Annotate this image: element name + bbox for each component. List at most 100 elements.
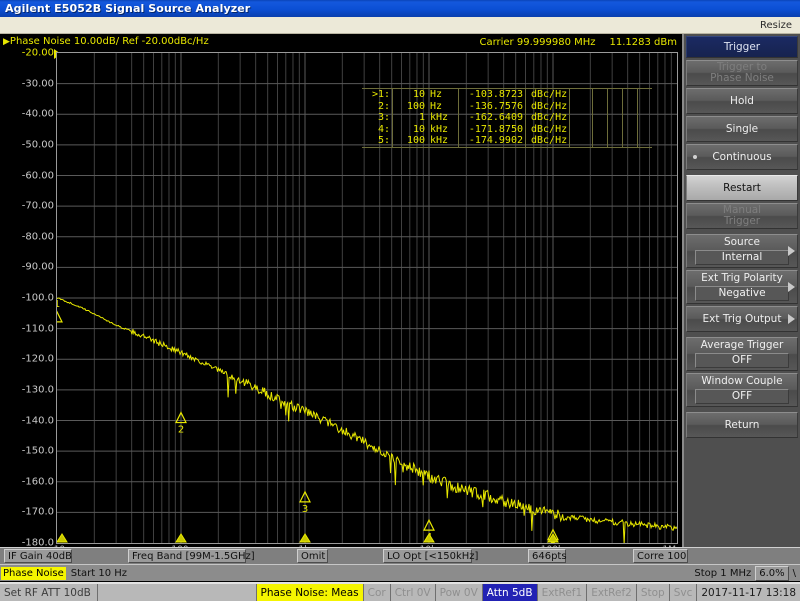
softkey-return[interactable]: Return bbox=[686, 412, 798, 438]
softkey-hold[interactable]: Hold bbox=[686, 88, 798, 114]
softkey-value[interactable]: OFF bbox=[695, 389, 789, 404]
marker-cell-empty bbox=[638, 135, 653, 147]
softkey-value[interactable]: Negative bbox=[695, 286, 789, 301]
marker-number-label: 2 bbox=[178, 425, 184, 436]
axis-marker-icon[interactable] bbox=[548, 534, 558, 542]
marker-number-label: 1 bbox=[57, 299, 60, 310]
marker-cell: 1 bbox=[393, 112, 428, 124]
busy-indicator: \ bbox=[789, 568, 800, 579]
chevron-right-icon bbox=[788, 282, 795, 292]
marker-cell: 100 bbox=[393, 101, 428, 113]
y-axis-label: -120.0 bbox=[22, 354, 54, 365]
softkey-value[interactable]: OFF bbox=[695, 353, 789, 368]
marker-cell: 3: bbox=[362, 112, 393, 124]
status-segment[interactable]: ExtRef2 bbox=[587, 584, 637, 601]
marker-cell-empty bbox=[608, 101, 623, 113]
radio-dot-icon bbox=[693, 155, 697, 159]
marker-cell: Hz bbox=[427, 89, 459, 101]
start-frequency-label[interactable]: Start 10 Hz bbox=[66, 568, 127, 579]
marker-cell: -162.6409 bbox=[459, 112, 526, 124]
measurement-badge[interactable]: Phase Noise bbox=[1, 567, 66, 580]
softkey-label: Ext Trig Output bbox=[703, 313, 782, 325]
axis-marker-icon[interactable] bbox=[176, 534, 186, 542]
marker-triangle-icon[interactable] bbox=[57, 312, 62, 322]
marker-row[interactable]: 2:100Hz-136.7576dBc/Hz bbox=[362, 101, 652, 113]
softkey-list: Trigger toPhase NoiseHold Single Continuou… bbox=[684, 60, 800, 438]
marker-row[interactable]: 3:1kHz-162.6409dBc/Hz bbox=[362, 112, 652, 124]
setup-cell[interactable]: Omit bbox=[297, 549, 328, 563]
axis-marker-icon[interactable] bbox=[300, 534, 310, 542]
marker-row[interactable]: >1:10Hz-103.8723dBc/Hz bbox=[362, 89, 652, 101]
marker-cell: -103.8723 bbox=[459, 89, 526, 101]
marker-row[interactable]: 4:10kHz-171.8750dBc/Hz bbox=[362, 124, 652, 136]
status-segment[interactable]: Ctrl 0V bbox=[391, 584, 436, 601]
setup-cell[interactable]: LO Opt [<150kHz] bbox=[383, 549, 472, 563]
softkey-single[interactable]: Single bbox=[686, 116, 798, 142]
softkey-label: Trigger bbox=[724, 216, 760, 228]
marker-cell: -171.8750 bbox=[459, 124, 526, 136]
marker-cell: dBc/Hz bbox=[526, 124, 570, 136]
softkey-label: Window Couple bbox=[701, 375, 782, 388]
status-segment[interactable]: Phase Noise: Meas bbox=[257, 584, 364, 601]
softkey-restart[interactable]: Restart bbox=[686, 175, 798, 201]
softkey-ext-trig-polarity[interactable]: Ext Trig PolarityNegative bbox=[686, 270, 798, 304]
resize-button[interactable]: Resize bbox=[760, 20, 800, 31]
status-segment[interactable]: ExtRef1 bbox=[538, 584, 588, 601]
setup-cell[interactable]: Freq Band [99M-1.5GHz] bbox=[128, 549, 246, 563]
status-segment[interactable]: Svc bbox=[670, 584, 698, 601]
carrier-frequency: 99.999980 MHz bbox=[517, 37, 596, 48]
y-axis-labels: -20.00-30.00-40.00-50.00-60.00-70.00-80.… bbox=[0, 52, 54, 544]
softkey-ext-trig-output[interactable]: Ext Trig Output bbox=[686, 306, 798, 332]
status-segment[interactable]: Stop bbox=[637, 584, 670, 601]
marker-cell: dBc/Hz bbox=[526, 101, 570, 113]
y-axis-label: -40.00 bbox=[22, 109, 54, 120]
softkey-menu-title: Trigger bbox=[686, 36, 798, 58]
softkey-trigger-to-phase-noise: Trigger toPhase Noise bbox=[686, 60, 798, 86]
state-bar: Phase Noise Start 10 Hz Stop 1 MHz 6.0% … bbox=[0, 564, 800, 581]
marker-cell: dBc/Hz bbox=[526, 89, 570, 101]
y-axis-label: -80.00 bbox=[22, 231, 54, 242]
softkey-label: Single bbox=[726, 123, 758, 135]
setup-cell[interactable]: IF Gain 40dB bbox=[4, 549, 72, 563]
softkey-window-couple[interactable]: Window CoupleOFF bbox=[686, 373, 798, 407]
trace-header[interactable]: ▶Phase Noise 10.00dB/ Ref -20.00dBc/Hz bbox=[3, 36, 209, 48]
softkey-average-trigger[interactable]: Average TriggerOFF bbox=[686, 337, 798, 371]
carrier-power: 11.1283 dBm bbox=[610, 37, 677, 48]
softkey-panel[interactable]: Trigger Trigger toPhase NoiseHold Single C… bbox=[684, 34, 800, 547]
y-axis-label: -170.0 bbox=[22, 507, 54, 518]
y-axis-label: -150.0 bbox=[22, 446, 54, 457]
marker-cell: 4: bbox=[362, 124, 393, 136]
entry-field[interactable]: Set RF ATT 10dB bbox=[0, 584, 98, 601]
marker-cell-empty bbox=[608, 135, 623, 147]
marker-row[interactable]: 5:100kHz-174.9902dBc/Hz bbox=[362, 135, 652, 147]
graph-panel[interactable]: ▶Phase Noise 10.00dB/ Ref -20.00dBc/Hz C… bbox=[0, 34, 684, 547]
marker-cell-empty bbox=[593, 112, 608, 124]
status-segment[interactable]: Pow 0V bbox=[436, 584, 483, 601]
status-segment[interactable]: Cor bbox=[364, 584, 391, 601]
resize-bar: Resize bbox=[0, 17, 800, 34]
y-axis-label: -130.0 bbox=[22, 384, 54, 395]
y-axis-label: -20.00 bbox=[22, 48, 54, 59]
marker-cell-empty bbox=[608, 124, 623, 136]
marker-cell-empty bbox=[623, 89, 638, 101]
softkey-value[interactable]: Internal bbox=[695, 250, 789, 265]
marker-cell-empty bbox=[638, 101, 653, 113]
softkey-source[interactable]: SourceInternal bbox=[686, 234, 798, 268]
marker-table-grid: >1:10Hz-103.8723dBc/Hz 2:100Hz-136.7576d… bbox=[362, 89, 652, 147]
y-axis-label: -50.00 bbox=[22, 139, 54, 150]
marker-cell-empty bbox=[608, 112, 623, 124]
stop-frequency-label[interactable]: Stop 1 MHz bbox=[694, 568, 755, 579]
marker-cell-empty bbox=[623, 101, 638, 113]
marker-cell-empty bbox=[570, 101, 593, 113]
chevron-right-icon bbox=[788, 314, 795, 324]
marker-table[interactable]: >1:10Hz-103.8723dBc/Hz 2:100Hz-136.7576d… bbox=[362, 88, 652, 148]
marker-number-label: 3 bbox=[302, 504, 308, 515]
axis-marker-icon[interactable] bbox=[57, 534, 67, 542]
status-segment[interactable]: Attn 5dB bbox=[483, 584, 538, 601]
setup-cell[interactable]: Corre 100 bbox=[633, 549, 688, 563]
marker-cell-empty bbox=[570, 135, 593, 147]
softkey-continuous[interactable]: Continuous bbox=[686, 144, 798, 170]
setup-cell[interactable]: 646pts bbox=[528, 549, 566, 563]
marker-cell-empty bbox=[638, 124, 653, 136]
trace-header-label: Phase Noise 10.00dB/ Ref -20.00dBc/Hz bbox=[10, 36, 209, 47]
